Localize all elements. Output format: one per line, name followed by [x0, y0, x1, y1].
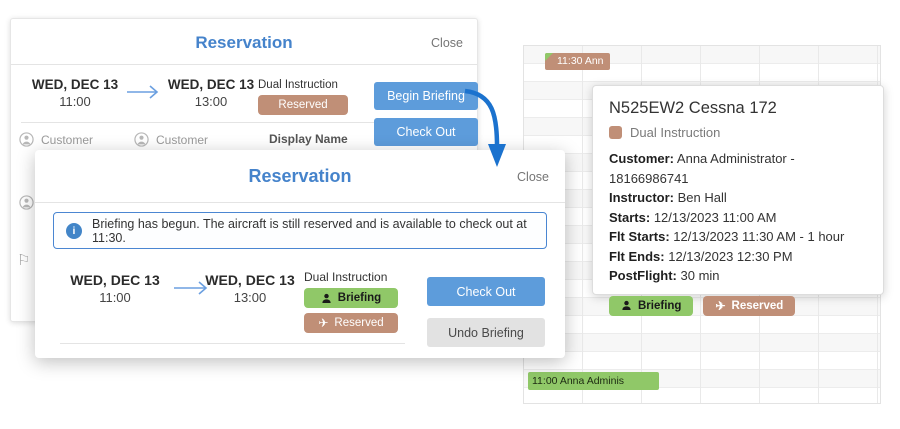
dialog-title: Reservation [248, 166, 352, 186]
reservation-type-label: Dual Instruction [258, 79, 338, 91]
person-icon [622, 300, 631, 310]
customer-field-2[interactable]: Customer [134, 132, 208, 147]
reserved-status-badge: ✈ Reserved [703, 295, 796, 316]
briefing-info-banner: i Briefing has begun. The aircraft is st… [53, 212, 547, 249]
tooltip-field: Starts: 12/13/2023 11:00 AM [609, 208, 867, 228]
person-circle-icon [19, 195, 34, 210]
field-value: 30 min [680, 268, 720, 283]
end-datetime: WED, DEC 13 13:00 [195, 272, 305, 305]
reservation-type-row: Dual Instruction [609, 125, 867, 140]
info-message: Briefing has begun. The aircraft is stil… [92, 216, 527, 245]
field-label: Starts: [609, 209, 651, 225]
field-label: Customer: [609, 151, 675, 166]
begin-briefing-button[interactable]: Begin Briefing [374, 82, 478, 110]
close-button[interactable]: Close [431, 36, 463, 50]
end-datetime: WED, DEC 13 13:00 [161, 77, 261, 109]
tooltip-field: PostFlight: 30 min [609, 266, 867, 286]
check-out-button[interactable]: Check Out [427, 277, 545, 306]
start-time: 11:00 [99, 290, 131, 305]
customer-field-1[interactable]: Customer [19, 132, 93, 147]
start-date: WED, DEC 13 [70, 272, 160, 288]
airplane-icon: ✈ [318, 316, 329, 330]
field-label: Display Name [269, 132, 348, 146]
start-datetime: WED, DEC 13 11:00 [25, 77, 125, 109]
divider [21, 122, 376, 123]
close-button[interactable]: Close [517, 170, 549, 184]
check-out-button[interactable]: Check Out [374, 118, 478, 146]
field-value: 12/13/2023 11:30 AM - 1 hour [673, 229, 845, 244]
type-color-swatch [609, 126, 622, 139]
calendar-event-reserved[interactable]: 11:30 Ann [545, 53, 610, 70]
tooltip-field: Flt Starts: 12/13/2023 11:30 AM - 1 hour [609, 227, 867, 247]
field-placeholder: Customer [156, 132, 209, 147]
field-value: Ben Hall [677, 190, 727, 205]
arrow-right-icon [127, 85, 159, 99]
start-date: WED, DEC 13 [31, 77, 119, 92]
field-value: 12/13/2023 11:00 AM [653, 209, 777, 225]
badge-label: Briefing [638, 299, 682, 312]
field-label: Instructor: [609, 190, 674, 205]
flag-icon: ⚐ [17, 252, 31, 269]
badge-label: Reserved [731, 299, 784, 312]
badge-label: Briefing [337, 292, 382, 304]
end-time: 13:00 [233, 290, 267, 305]
event-label: 11:30 Ann [557, 55, 604, 67]
badge-label: Reserved [334, 317, 384, 329]
reserved-status-badge: ✈ Reserved [304, 313, 398, 333]
end-date: WED, DEC 13 [205, 272, 295, 288]
dialog-title: Reservation [195, 33, 293, 52]
airplane-icon: ✈ [715, 298, 726, 313]
undo-briefing-button[interactable]: Undo Briefing [427, 318, 545, 347]
divider [35, 202, 565, 203]
field-label: Flt Ends: [609, 248, 665, 264]
end-time: 13:00 [194, 94, 228, 109]
reservation-type-label: Dual Instruction [304, 270, 388, 284]
briefing-status-badge: Briefing [609, 295, 694, 316]
reserved-status-badge: Reserved [258, 95, 348, 115]
field-placeholder: Customer [41, 132, 94, 147]
field-value: 12/13/2023 12:30 PM [668, 248, 793, 264]
calendar-event-briefing[interactable]: 11:00 Anna Adminis [528, 372, 659, 390]
display-name-label: Display Name [269, 132, 348, 146]
type-label: Dual Instruction [630, 125, 721, 140]
reservation-dialog-front: Reservation Close i Briefing has begun. … [35, 150, 565, 358]
end-date: WED, DEC 13 [167, 77, 255, 92]
divider [11, 64, 477, 65]
divider [60, 343, 405, 344]
app-screen: 11:30 Ann 11:00 Anna Adminis N525EW2 Ces… [0, 0, 900, 429]
tooltip-field: Flt Ends: 12/13/2023 12:30 PM [609, 247, 867, 267]
field-label: PostFlight: [609, 268, 677, 283]
info-icon: i [66, 222, 82, 239]
event-tooltip: N525EW2 Cessna 172 Dual Instruction Cust… [592, 85, 884, 316]
briefing-status-badge: Briefing [304, 288, 398, 308]
person-circle-icon [19, 132, 34, 147]
person-icon [322, 293, 331, 303]
start-time: 11:00 [59, 94, 91, 109]
person-circle-icon [134, 132, 149, 147]
aircraft-title: N525EW2 Cessna 172 [609, 99, 777, 117]
start-datetime: WED, DEC 13 11:00 [60, 272, 170, 305]
event-label: 11:00 Anna Adminis [532, 375, 625, 387]
badge-label: Reserved [278, 99, 328, 111]
tooltip-status-badges: Briefing ✈ Reserved [609, 295, 867, 316]
field-label: Flt Starts: [609, 229, 670, 244]
tooltip-field: Customer: Anna Administrator - 181669867… [609, 149, 867, 188]
tooltip-field: Instructor: Ben Hall [609, 188, 867, 208]
event-checkedout-corner-icon [545, 53, 553, 61]
